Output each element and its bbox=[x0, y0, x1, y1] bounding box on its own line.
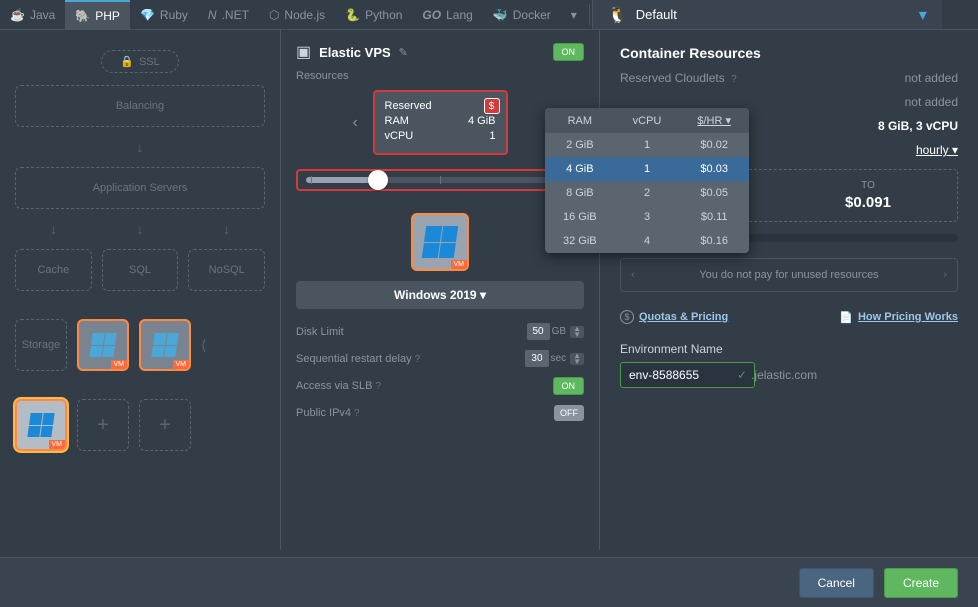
pricing-info-banner: ‹ You do not pay for unused resources › bbox=[620, 258, 958, 292]
pricing-row[interactable]: 2 GiB1$0.02 bbox=[545, 133, 749, 157]
lock-icon: 🔒 bbox=[120, 55, 134, 68]
storage-layer[interactable]: Storage bbox=[15, 319, 67, 371]
footer-bar: Cancel Create bbox=[0, 557, 978, 607]
main-layout: 🔒 SSL Balancing ↓ Application Servers ↓ … bbox=[0, 30, 978, 550]
document-icon: 📄 bbox=[839, 311, 853, 324]
pricing-header-ram: RAM bbox=[545, 108, 615, 133]
chevron-down-icon: ▾ bbox=[480, 288, 486, 302]
help-icon[interactable]: ? bbox=[375, 381, 381, 392]
tab-docker[interactable]: 🐳Docker bbox=[483, 0, 561, 29]
pricing-row[interactable]: 4 GiB1$0.03 bbox=[545, 157, 749, 181]
platform-tabs: ☕Java 🐘PHP 💎Ruby N.NET ⬡Node.js 🐍Python … bbox=[0, 0, 978, 30]
windows-icon bbox=[151, 333, 178, 357]
tab-php[interactable]: 🐘PHP bbox=[65, 0, 130, 29]
node-type-title: Elastic VPS bbox=[319, 45, 391, 60]
vm-node-selected[interactable]: VM bbox=[15, 399, 67, 451]
resources-label: Resources bbox=[296, 70, 584, 82]
resource-slider-container bbox=[296, 169, 584, 191]
restart-delay-row: Sequential restart delay? 30 sec ▲▼ bbox=[296, 350, 584, 367]
add-node-button[interactable]: + bbox=[77, 399, 129, 451]
env-domain-suffix: .jelastic.com bbox=[751, 368, 817, 382]
ssl-toggle[interactable]: 🔒 SSL bbox=[101, 50, 179, 73]
pricing-header-vcpu: vCPU bbox=[615, 108, 680, 133]
restart-delay-spinner[interactable]: ▲▼ bbox=[570, 353, 584, 365]
create-button[interactable]: Create bbox=[884, 568, 958, 598]
pricing-header-price[interactable]: $/HR ▾ bbox=[679, 108, 749, 133]
env-name-label: Environment Name bbox=[620, 342, 958, 356]
vm-node-2[interactable]: VM bbox=[139, 319, 191, 371]
disk-limit-row: Disk Limit 50 GB ▲▼ bbox=[296, 323, 584, 340]
topology-panel: 🔒 SSL Balancing ↓ Application Servers ↓ … bbox=[0, 30, 280, 550]
resource-slider[interactable] bbox=[306, 177, 574, 183]
hourly-toggle[interactable]: hourly ▾ bbox=[916, 143, 958, 157]
help-icon[interactable]: ? bbox=[731, 74, 737, 85]
pricing-row[interactable]: 16 GiB3$0.11 bbox=[545, 205, 749, 229]
resources-title: Container Resources bbox=[620, 45, 958, 61]
tab-dotnet[interactable]: N.NET bbox=[198, 0, 259, 29]
app-servers-layer[interactable]: Application Servers bbox=[15, 167, 265, 209]
public-ipv4-row: Public IPv4? OFF bbox=[296, 405, 584, 421]
dollar-icon: $ bbox=[620, 310, 634, 324]
tab-python[interactable]: 🐍Python bbox=[335, 0, 412, 29]
pricing-table-popup: RAM vCPU $/HR ▾ 2 GiB1$0.024 GiB1$0.038 … bbox=[545, 108, 749, 253]
windows-icon bbox=[27, 413, 54, 437]
help-icon[interactable]: ? bbox=[415, 354, 421, 365]
pricing-row[interactable]: 8 GiB2$0.05 bbox=[545, 181, 749, 205]
slider-thumb[interactable] bbox=[368, 170, 388, 190]
penguin-icon: 🐧 bbox=[608, 5, 628, 25]
terminal-icon: ▣ bbox=[296, 42, 311, 62]
prev-arrow-icon[interactable]: ‹ bbox=[353, 114, 358, 132]
tab-nodejs[interactable]: ⬡Node.js bbox=[259, 0, 335, 29]
node-icon-large: VM bbox=[411, 213, 469, 271]
connector-icon: ⟨ bbox=[201, 337, 206, 354]
disk-limit-spinner[interactable]: ▲▼ bbox=[570, 326, 584, 338]
quotas-pricing-link[interactable]: $ Quotas & Pricing bbox=[620, 310, 728, 324]
os-version-dropdown[interactable]: Windows 2019 ▾ bbox=[296, 281, 584, 309]
prev-tip-button[interactable]: ‹ bbox=[631, 269, 635, 281]
help-icon[interactable]: ? bbox=[354, 408, 360, 419]
chevron-down-icon: ▾ bbox=[919, 5, 927, 25]
windows-icon bbox=[422, 226, 458, 258]
tab-ruby[interactable]: 💎Ruby bbox=[130, 0, 198, 29]
environment-name-input[interactable] bbox=[620, 362, 755, 388]
windows-icon bbox=[89, 333, 116, 357]
check-icon: ✓ bbox=[737, 368, 747, 382]
pricing-badge-button[interactable]: $ bbox=[484, 98, 500, 114]
node-enable-toggle[interactable]: ON bbox=[553, 43, 585, 61]
pricing-row[interactable]: 32 GiB4$0.16 bbox=[545, 229, 749, 253]
arrow-down-icon: ↓ bbox=[188, 221, 265, 237]
next-tip-button[interactable]: › bbox=[943, 269, 947, 281]
sql-layer[interactable]: SQL bbox=[102, 249, 179, 291]
access-slb-toggle[interactable]: ON bbox=[553, 377, 585, 395]
arrow-down-icon: ↓ bbox=[102, 221, 179, 237]
nosql-layer[interactable]: NoSQL bbox=[188, 249, 265, 291]
edit-icon[interactable]: ✎ bbox=[399, 46, 408, 59]
env-selector-label: Default bbox=[636, 7, 677, 22]
reserved-resources-box: ‹ $ Reserved RAM4 GiB vCPU1 bbox=[373, 90, 508, 155]
scaling-summary: 8 GiB, 3 vCPU bbox=[878, 119, 958, 133]
environment-selector[interactable]: 🐧 Default ▾ bbox=[592, 0, 942, 29]
cancel-button[interactable]: Cancel bbox=[799, 568, 874, 598]
tab-golang[interactable]: GOLang bbox=[412, 0, 482, 29]
public-ipv4-toggle[interactable]: OFF bbox=[554, 405, 584, 421]
tab-java[interactable]: ☕Java bbox=[0, 0, 65, 29]
cache-layer[interactable]: Cache bbox=[15, 249, 92, 291]
price-to-value: $0.091 bbox=[789, 194, 947, 211]
add-node-button[interactable]: + bbox=[139, 399, 191, 451]
vm-node-1[interactable]: VM bbox=[77, 319, 129, 371]
balancing-layer[interactable]: Balancing bbox=[15, 85, 265, 127]
disk-limit-value[interactable]: 50 bbox=[527, 323, 550, 340]
how-pricing-works-link[interactable]: 📄 How Pricing Works bbox=[839, 310, 958, 324]
restart-delay-value[interactable]: 30 bbox=[525, 350, 548, 367]
access-slb-row: Access via SLB? ON bbox=[296, 377, 584, 395]
tab-more[interactable]: ▾ bbox=[561, 0, 587, 29]
arrow-down-icon: ↓ bbox=[15, 139, 265, 155]
arrow-down-icon: ↓ bbox=[15, 221, 92, 237]
